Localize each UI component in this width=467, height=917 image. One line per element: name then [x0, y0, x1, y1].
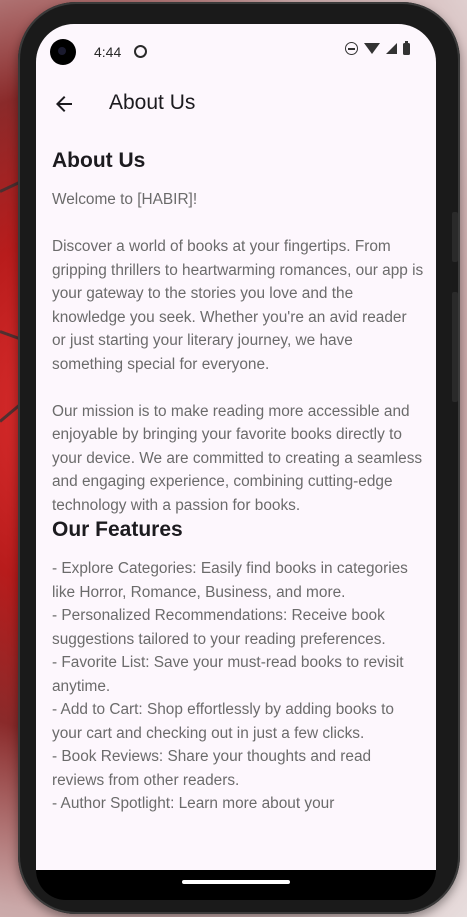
back-arrow-icon[interactable] — [52, 92, 76, 116]
app-bar: About Us — [36, 84, 436, 124]
feature-item: - Explore Categories: Easily find books … — [52, 560, 408, 601]
feature-item: - Author Spotlight: Learn more about you… — [52, 795, 335, 812]
app-screen: 4:44 About Us About Us Welcome to [HABIR… — [36, 24, 436, 870]
status-time: 4:44 — [94, 44, 122, 60]
about-heading: About Us — [52, 149, 146, 172]
welcome-text: Welcome to [HABIR]! — [52, 191, 198, 208]
about-paragraph: Discover a world of books at your finger… — [52, 238, 424, 373]
page-title: About Us — [109, 91, 196, 114]
feature-item: - Personalized Recommendations: Receive … — [52, 607, 386, 648]
sync-icon — [134, 45, 147, 58]
signal-icon — [386, 43, 397, 54]
mission-paragraph: Our mission is to make reading more acce… — [52, 402, 423, 514]
power-button — [452, 292, 458, 402]
wifi-icon — [364, 43, 380, 54]
camera-cutout — [50, 39, 76, 65]
volume-button — [452, 212, 458, 262]
about-content: About Us Welcome to [HABIR]! Discover a … — [52, 148, 424, 816]
feature-item: - Add to Cart: Shop effortlessly by addi… — [52, 701, 394, 742]
features-heading: Our Features — [52, 518, 183, 541]
home-indicator[interactable] — [182, 880, 290, 884]
feature-item: - Book Reviews: Share your thoughts and … — [52, 748, 372, 789]
feature-item: - Favorite List: Save your must-read boo… — [52, 654, 404, 695]
bottom-bezel — [36, 870, 436, 900]
do-not-disturb-icon — [345, 42, 358, 55]
status-icons — [345, 40, 410, 55]
battery-icon — [403, 40, 410, 55]
